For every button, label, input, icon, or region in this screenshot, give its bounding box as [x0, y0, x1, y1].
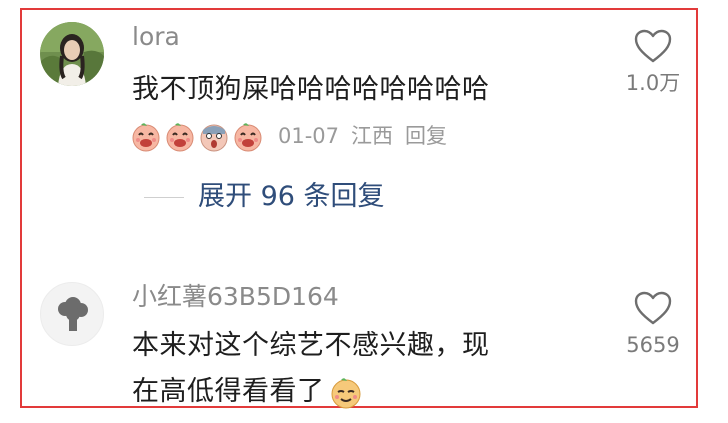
comment-meta: 01-07 江西 回复 [130, 120, 447, 152]
comment-location: 江西 [351, 124, 394, 148]
laughing-face-icon [232, 120, 264, 152]
heart-icon [608, 290, 698, 326]
comment-text-line-1: 本来对这个综艺不感兴趣，现 [132, 330, 490, 361]
like-button[interactable]: 5659 [608, 290, 698, 358]
like-count: 1.0万 [625, 71, 681, 95]
like-count: 5659 [626, 333, 680, 357]
comment-item: 小红薯63B5D164 本来对这个综艺不感兴趣，现 在高低得看看了 5659 [22, 272, 696, 410]
comment-text-line-2: 在高低得看看了 [132, 370, 363, 414]
screaming-face-icon [198, 120, 230, 152]
reply-button[interactable]: 回复 [405, 122, 447, 150]
divider-line [144, 196, 184, 198]
expand-replies-label: 展开 96 条回复 [198, 181, 385, 212]
like-button[interactable]: 1.0万 [608, 28, 698, 96]
smug-face-icon [329, 375, 363, 409]
comment-text-line-2-label: 在高低得看看了 [132, 376, 325, 407]
comment-date: 01-07 [278, 124, 340, 148]
avatar[interactable] [40, 282, 104, 346]
heart-icon [608, 28, 698, 64]
expand-replies-button[interactable]: 展开 96 条回复 [144, 180, 385, 214]
comment-username[interactable]: 小红薯63B5D164 [132, 282, 339, 312]
comment-item: lora 我不顶狗屎哈哈哈哈哈哈哈哈 01-07 江西 回复 1.0万 展开 9… [22, 10, 696, 240]
comment-section-frame: lora 我不顶狗屎哈哈哈哈哈哈哈哈 01-07 江西 回复 1.0万 展开 9… [20, 8, 698, 410]
comment-username[interactable]: lora [132, 22, 180, 52]
laughing-face-icon [164, 120, 196, 152]
laughing-face-icon [130, 120, 162, 152]
avatar[interactable] [40, 22, 104, 86]
broccoli-icon [58, 297, 88, 331]
comment-text: 我不顶狗屎哈哈哈哈哈哈哈哈 [132, 74, 490, 105]
